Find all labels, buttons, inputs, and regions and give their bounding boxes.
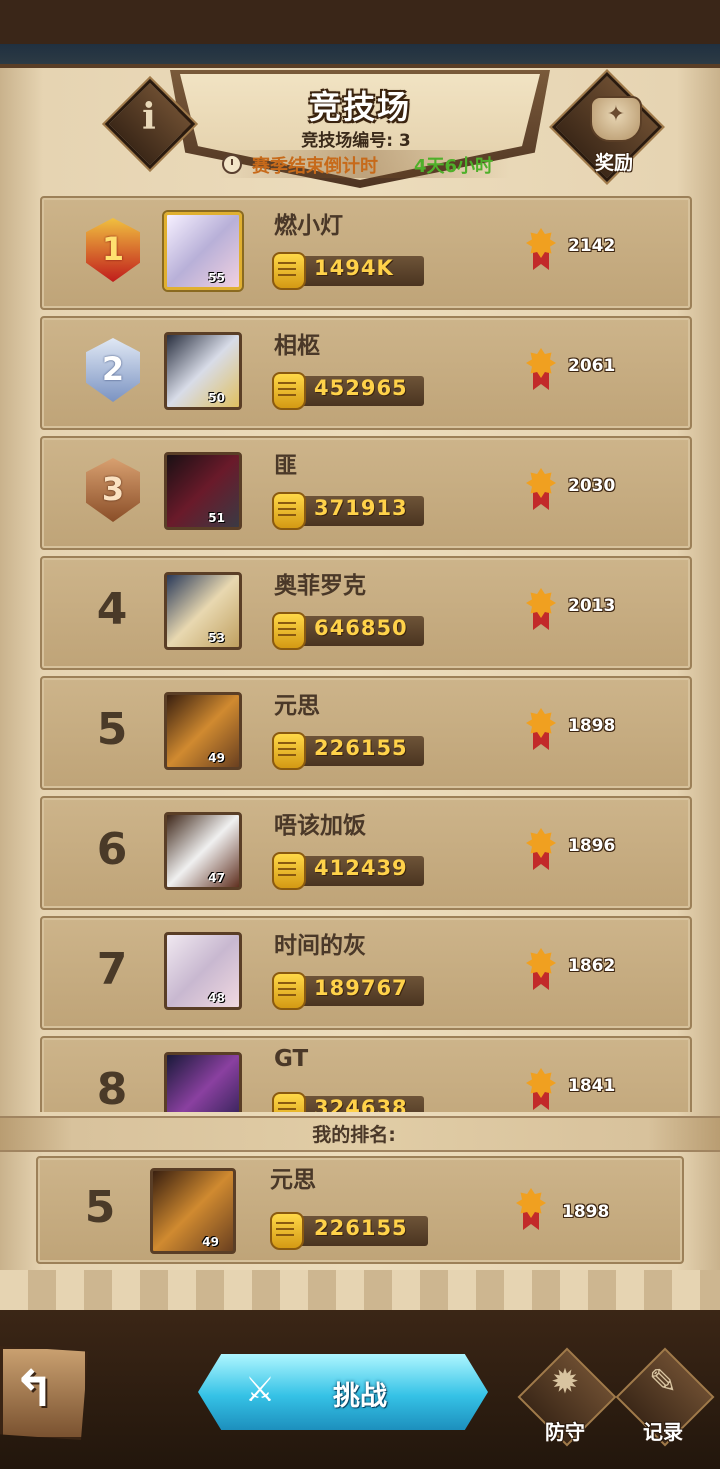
- rank-number: 5: [96, 704, 128, 755]
- player-name: 匪: [274, 453, 297, 479]
- arena-score: 1862: [568, 956, 616, 976]
- season-countdown-value: 4天6小时: [414, 156, 494, 177]
- power-value: 189767: [314, 976, 408, 1000]
- ranking-list[interactable]: 1 55 燃小灯 1494K 2142 2 50 相柩 452965 2061 …: [0, 190, 720, 1112]
- crest-icon: [526, 348, 556, 390]
- avatar[interactable]: 47: [164, 812, 242, 890]
- player-name: GT: [274, 1046, 309, 1072]
- fist-icon: [272, 492, 306, 530]
- crest-icon: [526, 588, 556, 630]
- arena-score: 2061: [568, 356, 616, 376]
- fist-icon: [272, 372, 306, 410]
- season-countdown-label: 赛季结束倒计时: [252, 156, 378, 177]
- power-value: 226155: [314, 1216, 408, 1240]
- panel-bottom-edge: [0, 1270, 720, 1314]
- rank-medal-silver-icon: 2: [86, 338, 140, 402]
- challenge-label[interactable]: 挑战: [310, 1374, 410, 1413]
- power-value: 452965: [314, 376, 408, 400]
- power-value: 226155: [314, 736, 408, 760]
- reward-label[interactable]: 奖励: [586, 148, 642, 175]
- crest-icon: [516, 1188, 546, 1230]
- rank-number: 7: [96, 944, 128, 995]
- defense-label[interactable]: 防守: [525, 1416, 605, 1445]
- ranking-row[interactable]: 5 49 元思 226155 1898: [40, 676, 692, 790]
- arena-score: 1898: [568, 716, 616, 736]
- power-value: 1494K: [314, 256, 394, 280]
- clock-icon: [222, 154, 242, 174]
- ranking-row[interactable]: 3 51 匪 371913 2030: [40, 436, 692, 550]
- arena-score: 1896: [568, 836, 616, 856]
- ranking-row[interactable]: 8 51 GT 324638 1841: [40, 1036, 692, 1112]
- fist-icon: [272, 252, 306, 290]
- player-name: 相柩: [274, 333, 320, 359]
- avatar[interactable]: 50: [164, 332, 242, 410]
- fist-icon: [272, 1092, 306, 1112]
- player-name: 奥菲罗克: [274, 573, 366, 599]
- fist-icon: [272, 612, 306, 650]
- arena-score: 2142: [568, 236, 616, 256]
- info-icon[interactable]: i: [118, 96, 180, 152]
- rank-medal-gold-icon: 1: [86, 218, 140, 282]
- ranking-row[interactable]: 4 53 奥菲罗克 646850 2013: [40, 556, 692, 670]
- crest-icon: [526, 828, 556, 870]
- shield-icon[interactable]: ✹: [535, 1362, 595, 1418]
- rank-number: 5: [84, 1182, 116, 1233]
- reward-chest-icon[interactable]: [590, 96, 642, 142]
- player-name: 时间的灰: [274, 933, 366, 959]
- avatar[interactable]: 51: [164, 1052, 242, 1112]
- ranking-row[interactable]: 1 55 燃小灯 1494K 2142: [40, 196, 692, 310]
- power-value: 324638: [314, 1096, 408, 1112]
- crossed-swords-icon[interactable]: ⚔: [238, 1370, 282, 1414]
- crest-icon: [526, 228, 556, 270]
- ranking-row[interactable]: 6 47 唔该加饭 412439 1896: [40, 796, 692, 910]
- player-name: 元思: [270, 1167, 316, 1193]
- arena-score: 2030: [568, 476, 616, 496]
- crest-icon: [526, 468, 556, 510]
- crest-icon: [526, 708, 556, 750]
- arena-score: 1841: [568, 1076, 616, 1096]
- fist-icon: [270, 1212, 304, 1250]
- power-value: 412439: [314, 856, 408, 880]
- crest-icon: [526, 1068, 556, 1110]
- power-value: 646850: [314, 616, 408, 640]
- record-label[interactable]: 记录: [623, 1416, 703, 1445]
- rank-number: 8: [96, 1064, 128, 1112]
- fist-icon: [272, 732, 306, 770]
- avatar[interactable]: 49: [150, 1168, 236, 1254]
- avatar[interactable]: 51: [164, 452, 242, 530]
- my-ranking-label: 我的排名:: [312, 1124, 396, 1146]
- banner-band: [0, 44, 720, 64]
- crest-icon: [526, 948, 556, 990]
- arena-score: 1898: [562, 1202, 610, 1222]
- avatar[interactable]: 55: [164, 212, 242, 290]
- my-ranking-row[interactable]: 5 49 元思 226155 1898: [36, 1156, 684, 1264]
- ranking-row[interactable]: 2 50 相柩 452965 2061: [40, 316, 692, 430]
- arena-score: 2013: [568, 596, 616, 616]
- rank-number: 6: [96, 824, 128, 875]
- player-name: 唔该加饭: [274, 813, 366, 839]
- avatar[interactable]: 53: [164, 572, 242, 650]
- scroll-icon[interactable]: ✎: [633, 1362, 693, 1418]
- fist-icon: [272, 852, 306, 890]
- player-name: 燃小灯: [274, 213, 343, 239]
- status-strip: [0, 0, 720, 44]
- back-arrow-icon[interactable]: ↰: [4, 1360, 64, 1418]
- rank-number: 4: [96, 584, 128, 635]
- player-name: 元思: [274, 693, 320, 719]
- rank-medal-bronze-icon: 3: [86, 458, 140, 522]
- avatar[interactable]: 48: [164, 932, 242, 1010]
- ranking-row[interactable]: 7 48 时间的灰 189767 1862: [40, 916, 692, 1030]
- avatar[interactable]: 49: [164, 692, 242, 770]
- power-value: 371913: [314, 496, 408, 520]
- fist-icon: [272, 972, 306, 1010]
